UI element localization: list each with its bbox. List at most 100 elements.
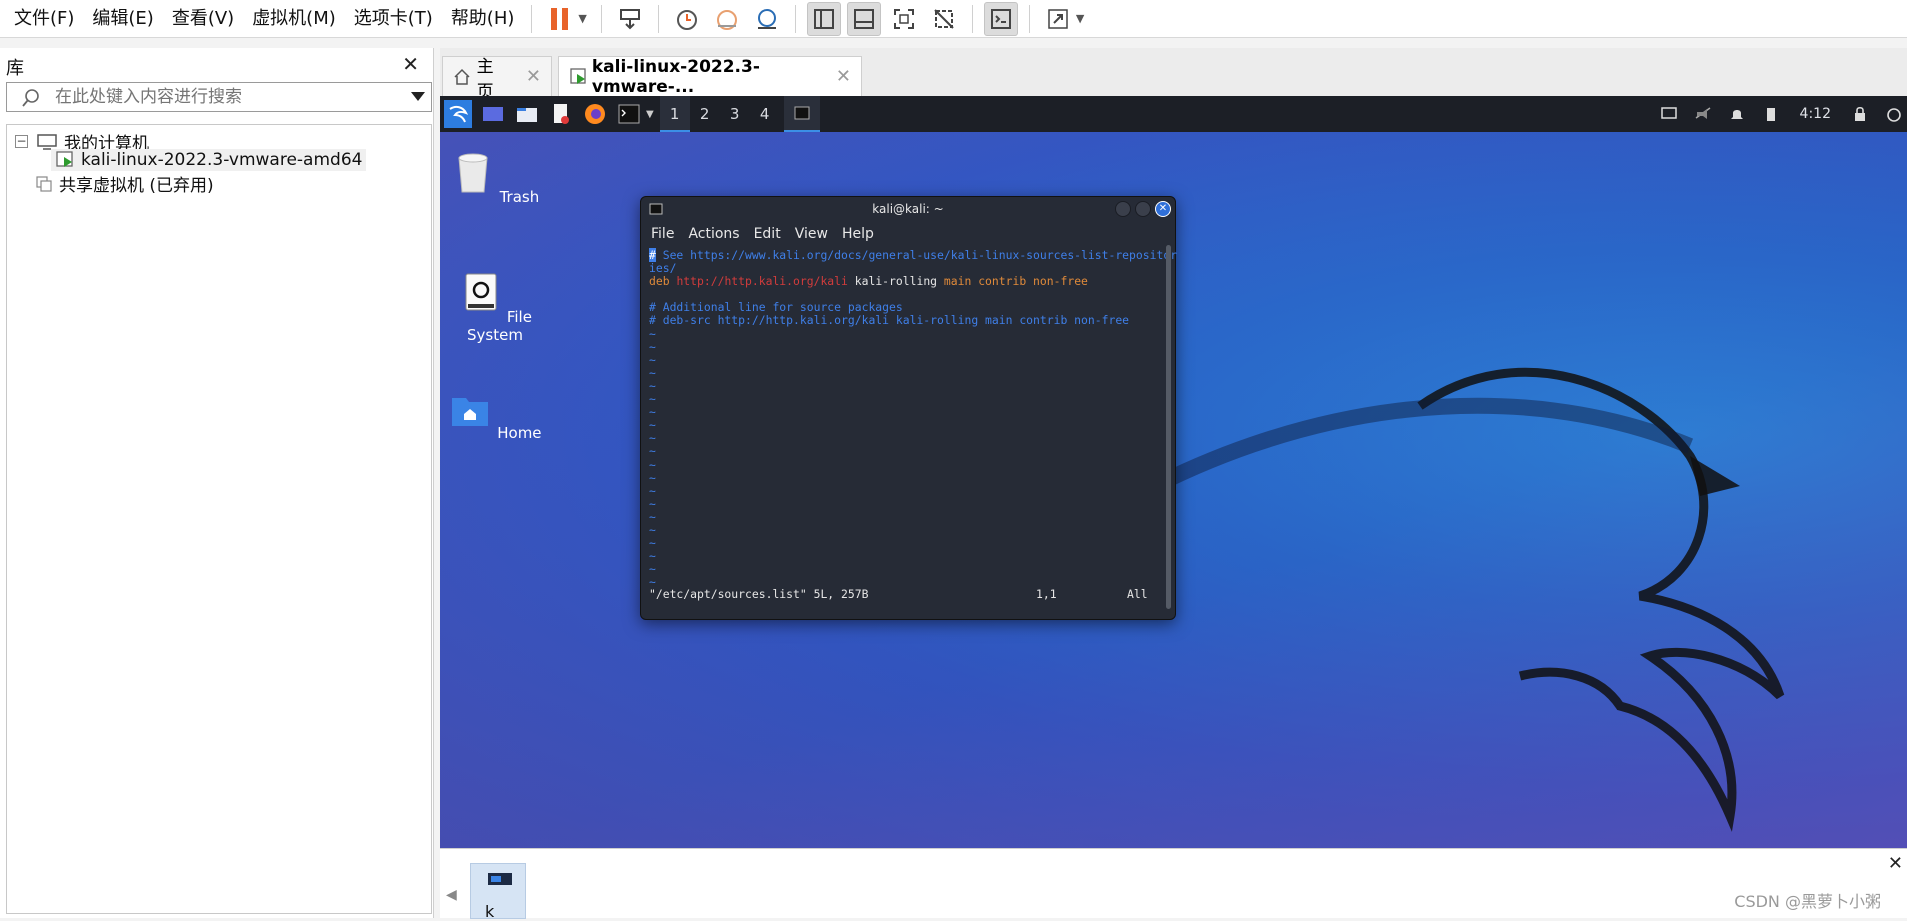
minimize-button[interactable] — [1115, 201, 1131, 217]
terminal-titlebar[interactable]: kali@kali: ~ ✕ — [641, 197, 1175, 221]
tree-node-vm[interactable]: kali-linux-2022.3-vmware-amd64 — [51, 149, 367, 171]
snapshot-manager-button[interactable] — [750, 2, 784, 36]
editor-deb-dist: kali-rolling — [854, 274, 938, 289]
pause-dropdown-icon[interactable]: ▼ — [578, 12, 586, 25]
lock-icon[interactable] — [1847, 101, 1873, 127]
show-thumbnail-bar-button[interactable] — [846, 1, 881, 36]
text-editor-icon[interactable] — [548, 101, 574, 127]
terminal-menu-edit[interactable]: Edit — [754, 226, 781, 242]
search-input[interactable] — [53, 83, 393, 111]
taskbar-terminal-window[interactable] — [783, 96, 820, 132]
snapshot-icon — [676, 9, 697, 30]
tab-home[interactable]: 主页 ✕ — [442, 56, 552, 102]
vm-tab-icon — [570, 67, 586, 84]
editor-deb-url: http://http.kali.org/kali — [676, 274, 848, 289]
unity-mode-button[interactable] — [927, 2, 961, 36]
editor-line-1: See https://www.kali.org/docs/general-us… — [655, 248, 1178, 262]
revert-snapshot-button[interactable] — [710, 2, 744, 36]
stretch-dropdown-icon[interactable]: ▼ — [1076, 12, 1084, 25]
screen-icon[interactable] — [1656, 101, 1682, 127]
workspace-2[interactable]: 2 — [690, 96, 720, 132]
kali-top-panel: ▼ 1 2 3 4 4:12 — [440, 96, 1907, 132]
status-cursor-position: 1,1 — [1036, 587, 1057, 601]
toolbar-separator — [531, 4, 533, 33]
show-library-button[interactable] — [806, 1, 841, 36]
menu-view[interactable]: 查看(V) — [163, 0, 243, 38]
text-cursor: # — [649, 248, 656, 262]
desktop-icon-filesystem[interactable]: File System — [440, 268, 550, 344]
library-close-icon[interactable]: ✕ — [402, 52, 419, 76]
editor-line-5: # deb-src http://http.kali.org/kali kali… — [649, 313, 1130, 328]
close-button[interactable]: ✕ — [1155, 201, 1171, 217]
desktop-label-trash: Trash — [499, 188, 540, 206]
snapshot-button[interactable] — [670, 2, 704, 36]
system-tray: 4:12 — [1652, 96, 1907, 132]
file-manager-icon[interactable] — [514, 101, 540, 127]
menu-edit[interactable]: 编辑(E) — [83, 0, 162, 38]
maximize-button[interactable] — [1135, 201, 1151, 217]
network-muted-icon[interactable] — [1690, 101, 1716, 127]
workspace-4[interactable]: 4 — [750, 96, 780, 132]
vim-empty-line: ~ — [649, 339, 656, 354]
terminal-scrollbar[interactable] — [1166, 245, 1171, 609]
terminal-menu-file[interactable]: File — [651, 226, 674, 242]
full-screen-button[interactable] — [887, 2, 921, 36]
workspace-1[interactable]: 1 — [659, 96, 690, 132]
vim-empty-line: ~ — [649, 418, 656, 433]
vim-empty-line: ~ — [649, 444, 656, 459]
power-icon[interactable] — [1881, 101, 1907, 127]
pause-button[interactable] — [543, 2, 577, 36]
fullscreen-icon — [893, 8, 914, 29]
terminal-title: kali@kali: ~ — [872, 202, 944, 216]
kali-menu-icon[interactable] — [444, 100, 472, 128]
desktop-icon-home[interactable]: Home — [440, 384, 550, 442]
menu-tabs[interactable]: 选项卡(T) — [345, 0, 442, 38]
thumbnail-label: k — [485, 902, 495, 921]
tab-vm-close-icon[interactable]: ✕ — [836, 66, 851, 87]
home-folder-icon — [452, 398, 489, 426]
vim-empty-line: ~ — [649, 509, 656, 524]
terminal-launcher-icon[interactable] — [616, 101, 642, 127]
watermark: CSDN @黑萝卜小粥 — [1734, 892, 1881, 911]
terminal-window[interactable]: kali@kali: ~ ✕ File Actions Edit View He… — [640, 196, 1177, 620]
panel-clock[interactable]: 4:12 — [1800, 106, 1831, 122]
tree-node-shared[interactable]: 共享虚拟机 (已弃用) — [35, 171, 214, 196]
vm-console[interactable]: ▼ 1 2 3 4 4:12 Trash File System Home ka… — [440, 96, 1907, 848]
stretch-button[interactable] — [1041, 2, 1075, 36]
workspace-3[interactable]: 3 — [720, 96, 750, 132]
vm-thumbnail[interactable]: k — [470, 863, 526, 921]
revert-icon — [716, 9, 737, 30]
console-view-button[interactable] — [983, 1, 1018, 36]
tab-strip: 主页 ✕ kali-linux-2022.3-vmware-... ✕ — [440, 48, 1907, 102]
terminal-menu-actions[interactable]: Actions — [688, 226, 739, 242]
menu-vm[interactable]: 虚拟机(M) — [243, 0, 345, 38]
vim-empty-line: ~ — [649, 378, 656, 393]
terminal-menu-help[interactable]: Help — [842, 226, 874, 242]
desktop-icon-trash[interactable]: Trash — [440, 148, 550, 206]
collapse-icon[interactable]: − — [15, 135, 28, 148]
tab-home-close-icon[interactable]: ✕ — [526, 66, 541, 87]
vm-running-icon — [56, 151, 73, 167]
battery-icon[interactable] — [1758, 101, 1784, 127]
vim-empty-line: ~ — [649, 352, 656, 367]
tab-vm[interactable]: kali-linux-2022.3-vmware-... ✕ — [558, 56, 862, 97]
console-icon — [990, 8, 1011, 29]
vim-empty-line: ~ — [649, 405, 656, 420]
home-tab-icon — [454, 68, 470, 85]
menu-file[interactable]: 文件(F) — [0, 0, 83, 38]
thumbnail-bar-close-icon[interactable]: ✕ — [1888, 853, 1903, 874]
send-ctrl-alt-del-button[interactable] — [613, 2, 647, 36]
toolbar-separator — [794, 4, 796, 33]
terminal-text-area[interactable]: # See https://www.kali.org/docs/general-… — [649, 248, 1177, 609]
firefox-icon[interactable] — [582, 101, 608, 127]
menu-help[interactable]: 帮助(H) — [442, 0, 524, 38]
search-icon — [22, 89, 39, 107]
thumbnail-bar: ◀ k ✕ CSDN @黑萝卜小粥 — [440, 848, 1907, 921]
notification-bell-icon[interactable] — [1724, 101, 1750, 127]
terminal-menu-view[interactable]: View — [795, 226, 828, 242]
thumbnail-scroll-left-icon[interactable]: ◀ — [446, 887, 457, 903]
vim-empty-line: ~ — [649, 562, 656, 577]
search-dropdown-icon[interactable] — [411, 92, 425, 101]
launcher-dropdown-icon[interactable]: ▼ — [646, 109, 654, 120]
show-desktop-icon[interactable] — [480, 101, 506, 127]
